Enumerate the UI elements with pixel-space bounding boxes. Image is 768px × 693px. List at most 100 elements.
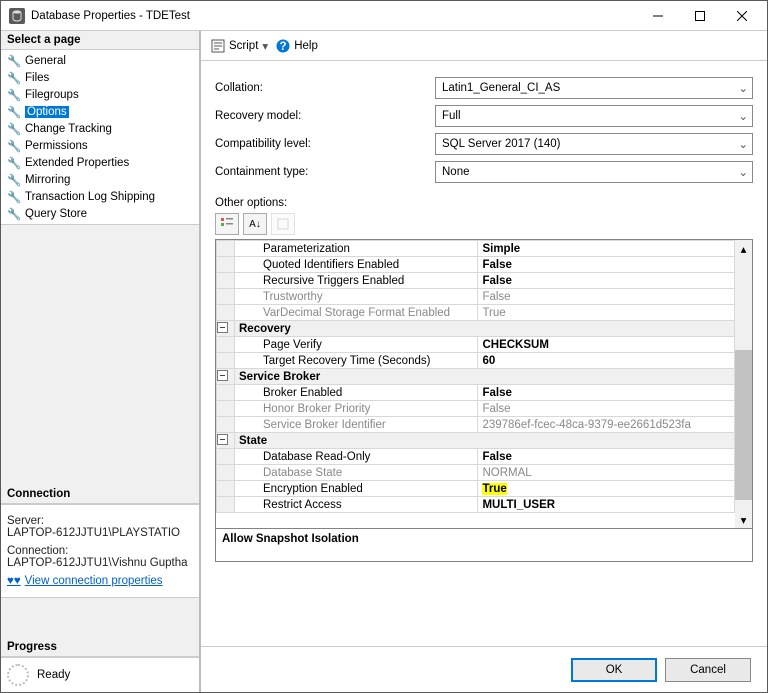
property-row[interactable]: VarDecimal Storage Format EnabledTrue <box>217 305 735 321</box>
progress-header: Progress <box>1 638 199 657</box>
propgrid-toolbar: A↓ <box>215 213 753 235</box>
property-value[interactable]: 60 <box>478 353 735 369</box>
property-row[interactable]: Quoted Identifiers EnabledFalse <box>217 257 735 273</box>
property-value[interactable]: True <box>478 481 735 497</box>
containment-value: None <box>442 166 470 178</box>
sidebar-page-extended-properties[interactable]: 🔧Extended Properties <box>1 154 199 171</box>
close-button[interactable] <box>721 2 763 30</box>
property-grid[interactable]: ▴ ▾ ParameterizationSimpleQuoted Identif… <box>215 239 753 529</box>
property-value[interactable]: False <box>478 401 735 417</box>
wrench-icon: 🔧 <box>7 71 21 85</box>
sidebar-page-options[interactable]: 🔧 Options <box>1 103 199 120</box>
sidebar-page-transaction-log-shipping[interactable]: 🔧Transaction Log Shipping <box>1 188 199 205</box>
recovery-model-label: Recovery model: <box>215 110 435 122</box>
sidebar-page-change-tracking[interactable]: 🔧 Change Tracking <box>1 120 199 137</box>
chevron-down-icon: ▾ <box>262 39 268 53</box>
property-description: Allow Snapshot Isolation <box>215 529 753 562</box>
property-value[interactable]: MULTI_USER <box>478 497 735 513</box>
scrollbar-thumb[interactable] <box>735 350 752 500</box>
sidebar-page-general[interactable]: 🔧General <box>1 52 199 69</box>
select-page-header: Select a page <box>1 31 199 50</box>
recovery-model-select[interactable]: Full ⌄ <box>435 105 753 127</box>
property-name: Page Verify <box>235 337 478 353</box>
wrench-icon: 🔧 <box>7 207 21 221</box>
property-row[interactable]: Encryption EnabledTrue <box>217 481 735 497</box>
wrench-icon: 🔧 <box>7 105 21 119</box>
property-value[interactable]: False <box>478 257 735 273</box>
property-row[interactable]: Database Read-OnlyFalse <box>217 449 735 465</box>
wrench-icon: 🔧 <box>7 122 21 136</box>
property-value[interactable]: False <box>478 385 735 401</box>
maximize-button[interactable] <box>679 2 721 30</box>
view-connection-link[interactable]: ♥♥ View connection properties <box>7 575 163 587</box>
help-button[interactable]: ? Help <box>276 39 318 53</box>
property-value[interactable]: True <box>478 305 735 321</box>
category-row[interactable]: Service Broker <box>217 369 735 385</box>
scroll-up-icon[interactable]: ▴ <box>735 240 752 257</box>
connection-header: Connection <box>1 485 199 504</box>
main-panel: Script ▾ ? Help Collation: Latin1_Genera… <box>201 31 767 692</box>
collation-select[interactable]: Latin1_General_CI_AS ⌄ <box>435 77 753 99</box>
property-value[interactable]: False <box>478 449 735 465</box>
property-pages-button[interactable] <box>271 213 295 235</box>
property-row[interactable]: Database StateNORMAL <box>217 465 735 481</box>
property-value[interactable]: False <box>478 289 735 305</box>
property-row[interactable]: Page VerifyCHECKSUM <box>217 337 735 353</box>
minimize-button[interactable] <box>637 2 679 30</box>
property-row[interactable]: ParameterizationSimple <box>217 241 735 257</box>
property-value[interactable]: Simple <box>478 241 735 257</box>
property-row[interactable]: Honor Broker PriorityFalse <box>217 401 735 417</box>
sidebar-page-files[interactable]: 🔧Files <box>1 69 199 86</box>
window-controls <box>637 2 763 30</box>
connection-label: Connection: <box>7 545 193 557</box>
category-row[interactable]: Recovery <box>217 321 735 337</box>
ok-button[interactable]: OK <box>571 658 657 682</box>
dialog-footer: OK Cancel <box>201 646 767 692</box>
containment-select[interactable]: None ⌄ <box>435 161 753 183</box>
compat-select[interactable]: SQL Server 2017 (140) ⌄ <box>435 133 753 155</box>
property-row[interactable]: Service Broker Identifier239786ef-fcec-4… <box>217 417 735 433</box>
content: Collation: Latin1_General_CI_AS ⌄ Recove… <box>201 61 767 646</box>
scrollbar[interactable]: ▴ ▾ <box>735 240 752 528</box>
collapse-icon[interactable] <box>217 434 228 445</box>
property-name: Recursive Triggers Enabled <box>235 273 478 289</box>
property-value[interactable]: NORMAL <box>478 465 735 481</box>
page-label: Query Store <box>25 208 87 220</box>
property-row[interactable]: Restrict AccessMULTI_USER <box>217 497 735 513</box>
property-value[interactable]: CHECKSUM <box>478 337 735 353</box>
property-name: Quoted Identifiers Enabled <box>235 257 478 273</box>
property-name: Target Recovery Time (Seconds) <box>235 353 478 369</box>
property-value[interactable]: False <box>478 273 735 289</box>
property-row[interactable]: Target Recovery Time (Seconds)60 <box>217 353 735 369</box>
property-row[interactable]: Recursive Triggers EnabledFalse <box>217 273 735 289</box>
script-button[interactable]: Script ▾ <box>211 39 268 53</box>
property-row[interactable]: Broker EnabledFalse <box>217 385 735 401</box>
property-value[interactable]: 239786ef-fcec-48ca-9379-ee2661d523fa <box>478 417 735 433</box>
cancel-button[interactable]: Cancel <box>665 658 751 682</box>
sidebar-page-permissions[interactable]: 🔧Permissions <box>1 137 199 154</box>
collation-value: Latin1_General_CI_AS <box>442 82 560 94</box>
sidebar: Select a page 🔧General🔧Files🔧Filegroups🔧… <box>1 31 201 692</box>
connection-icon: ♥♥ <box>7 575 21 587</box>
page-label: General <box>25 55 66 67</box>
window: Database Properties - TDETest Select a p… <box>0 0 768 693</box>
progress-status: Ready <box>37 669 70 681</box>
collation-label: Collation: <box>215 82 435 94</box>
help-icon: ? <box>276 39 290 53</box>
property-name: VarDecimal Storage Format Enabled <box>235 305 478 321</box>
sidebar-page-filegroups[interactable]: 🔧Filegroups <box>1 86 199 103</box>
categorized-button[interactable] <box>215 213 239 235</box>
page-label: Options <box>25 106 69 118</box>
category-row[interactable]: State <box>217 433 735 449</box>
alphabetical-button[interactable]: A↓ <box>243 213 267 235</box>
page-label: Change Tracking <box>25 123 112 135</box>
property-row[interactable]: TrustworthyFalse <box>217 289 735 305</box>
scroll-down-icon[interactable]: ▾ <box>735 511 752 528</box>
collapse-icon[interactable] <box>217 370 228 381</box>
sidebar-page-query-store[interactable]: 🔧 Query Store <box>1 205 199 222</box>
script-icon <box>211 39 225 53</box>
collapse-icon[interactable] <box>217 322 228 333</box>
sidebar-page-mirroring[interactable]: 🔧Mirroring <box>1 171 199 188</box>
other-options-label: Other options: <box>215 197 753 209</box>
wrench-icon: 🔧 <box>7 88 21 102</box>
